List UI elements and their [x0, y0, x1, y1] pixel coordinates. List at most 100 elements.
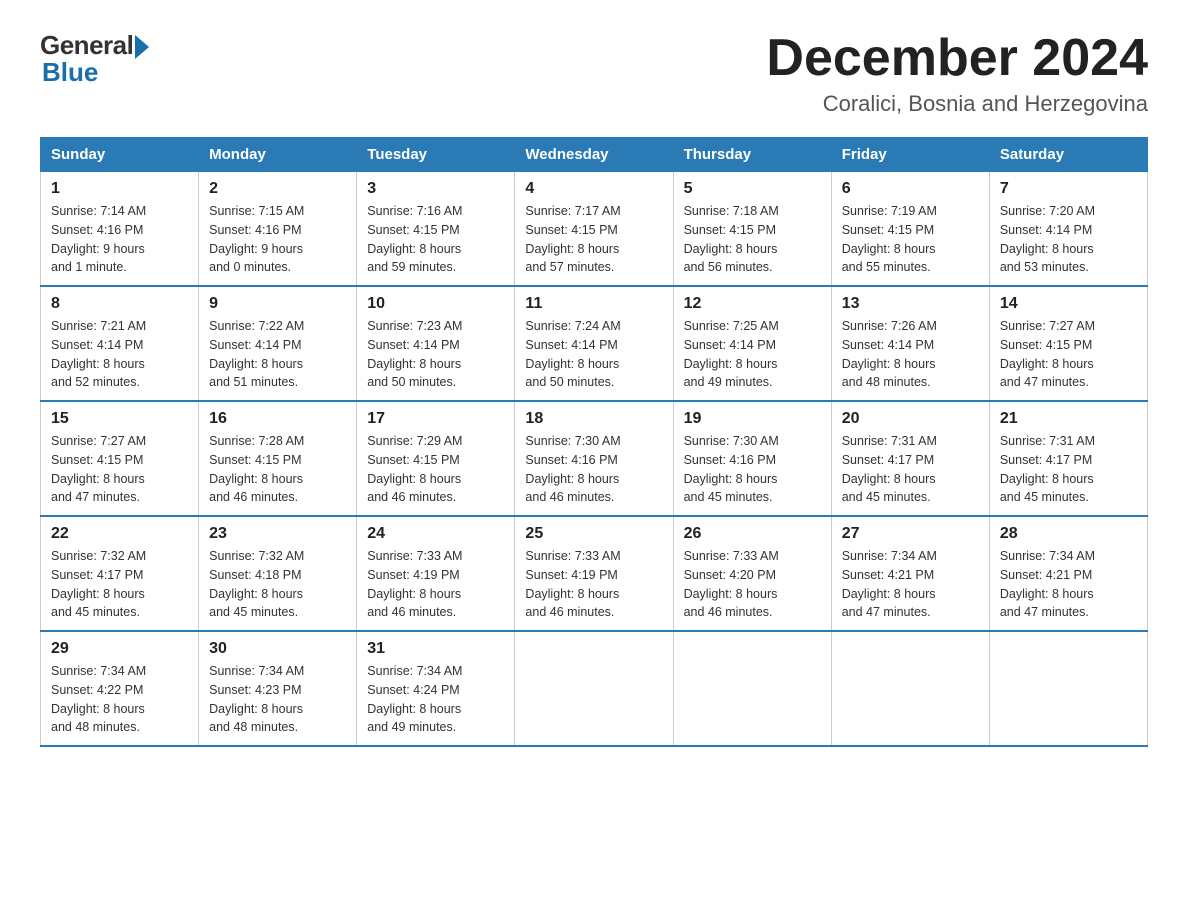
calendar-cell	[673, 631, 831, 746]
day-number: 12	[684, 295, 821, 313]
day-info: Sunrise: 7:27 AMSunset: 4:15 PMDaylight:…	[51, 432, 188, 507]
day-number: 2	[209, 180, 346, 198]
logo-arrow-icon	[135, 35, 149, 59]
logo-blue-text: Blue	[40, 57, 98, 88]
header-tuesday: Tuesday	[357, 138, 515, 172]
day-number: 30	[209, 640, 346, 658]
day-info: Sunrise: 7:34 AMSunset: 4:22 PMDaylight:…	[51, 662, 188, 737]
calendar-cell: 21 Sunrise: 7:31 AMSunset: 4:17 PMDaylig…	[989, 401, 1147, 516]
header-wednesday: Wednesday	[515, 138, 673, 172]
calendar-cell: 29 Sunrise: 7:34 AMSunset: 4:22 PMDaylig…	[41, 631, 199, 746]
day-info: Sunrise: 7:33 AMSunset: 4:20 PMDaylight:…	[684, 547, 821, 622]
calendar-cell: 20 Sunrise: 7:31 AMSunset: 4:17 PMDaylig…	[831, 401, 989, 516]
calendar-cell: 11 Sunrise: 7:24 AMSunset: 4:14 PMDaylig…	[515, 286, 673, 401]
day-number: 19	[684, 410, 821, 428]
calendar-cell: 27 Sunrise: 7:34 AMSunset: 4:21 PMDaylig…	[831, 516, 989, 631]
header-friday: Friday	[831, 138, 989, 172]
title-block: December 2024 Coralici, Bosnia and Herze…	[766, 30, 1148, 117]
calendar-cell: 7 Sunrise: 7:20 AMSunset: 4:14 PMDayligh…	[989, 172, 1147, 287]
day-info: Sunrise: 7:18 AMSunset: 4:15 PMDaylight:…	[684, 202, 821, 277]
day-info: Sunrise: 7:34 AMSunset: 4:21 PMDaylight:…	[842, 547, 979, 622]
calendar-cell: 2 Sunrise: 7:15 AMSunset: 4:16 PMDayligh…	[199, 172, 357, 287]
day-number: 23	[209, 525, 346, 543]
calendar-cell: 26 Sunrise: 7:33 AMSunset: 4:20 PMDaylig…	[673, 516, 831, 631]
day-info: Sunrise: 7:28 AMSunset: 4:15 PMDaylight:…	[209, 432, 346, 507]
day-number: 29	[51, 640, 188, 658]
day-number: 25	[525, 525, 662, 543]
day-number: 15	[51, 410, 188, 428]
week-row-5: 29 Sunrise: 7:34 AMSunset: 4:22 PMDaylig…	[41, 631, 1148, 746]
calendar-cell: 8 Sunrise: 7:21 AMSunset: 4:14 PMDayligh…	[41, 286, 199, 401]
day-info: Sunrise: 7:17 AMSunset: 4:15 PMDaylight:…	[525, 202, 662, 277]
day-info: Sunrise: 7:25 AMSunset: 4:14 PMDaylight:…	[684, 317, 821, 392]
day-number: 3	[367, 180, 504, 198]
day-info: Sunrise: 7:19 AMSunset: 4:15 PMDaylight:…	[842, 202, 979, 277]
day-info: Sunrise: 7:24 AMSunset: 4:14 PMDaylight:…	[525, 317, 662, 392]
calendar-cell: 19 Sunrise: 7:30 AMSunset: 4:16 PMDaylig…	[673, 401, 831, 516]
calendar-cell: 30 Sunrise: 7:34 AMSunset: 4:23 PMDaylig…	[199, 631, 357, 746]
calendar-table: SundayMondayTuesdayWednesdayThursdayFrid…	[40, 137, 1148, 747]
day-number: 7	[1000, 180, 1137, 198]
day-number: 27	[842, 525, 979, 543]
calendar-cell: 23 Sunrise: 7:32 AMSunset: 4:18 PMDaylig…	[199, 516, 357, 631]
day-info: Sunrise: 7:22 AMSunset: 4:14 PMDaylight:…	[209, 317, 346, 392]
calendar-cell: 5 Sunrise: 7:18 AMSunset: 4:15 PMDayligh…	[673, 172, 831, 287]
header-monday: Monday	[199, 138, 357, 172]
day-number: 24	[367, 525, 504, 543]
day-info: Sunrise: 7:21 AMSunset: 4:14 PMDaylight:…	[51, 317, 188, 392]
day-info: Sunrise: 7:31 AMSunset: 4:17 PMDaylight:…	[842, 432, 979, 507]
location-title: Coralici, Bosnia and Herzegovina	[766, 91, 1148, 117]
calendar-cell	[831, 631, 989, 746]
day-number: 22	[51, 525, 188, 543]
day-number: 21	[1000, 410, 1137, 428]
day-number: 10	[367, 295, 504, 313]
calendar-cell: 3 Sunrise: 7:16 AMSunset: 4:15 PMDayligh…	[357, 172, 515, 287]
day-number: 5	[684, 180, 821, 198]
day-number: 26	[684, 525, 821, 543]
calendar-cell: 6 Sunrise: 7:19 AMSunset: 4:15 PMDayligh…	[831, 172, 989, 287]
day-info: Sunrise: 7:34 AMSunset: 4:23 PMDaylight:…	[209, 662, 346, 737]
day-info: Sunrise: 7:33 AMSunset: 4:19 PMDaylight:…	[367, 547, 504, 622]
day-info: Sunrise: 7:31 AMSunset: 4:17 PMDaylight:…	[1000, 432, 1137, 507]
day-number: 20	[842, 410, 979, 428]
day-number: 28	[1000, 525, 1137, 543]
calendar-header-row: SundayMondayTuesdayWednesdayThursdayFrid…	[41, 138, 1148, 172]
calendar-cell: 15 Sunrise: 7:27 AMSunset: 4:15 PMDaylig…	[41, 401, 199, 516]
day-info: Sunrise: 7:30 AMSunset: 4:16 PMDaylight:…	[525, 432, 662, 507]
calendar-cell: 28 Sunrise: 7:34 AMSunset: 4:21 PMDaylig…	[989, 516, 1147, 631]
calendar-cell: 22 Sunrise: 7:32 AMSunset: 4:17 PMDaylig…	[41, 516, 199, 631]
calendar-cell: 24 Sunrise: 7:33 AMSunset: 4:19 PMDaylig…	[357, 516, 515, 631]
header-saturday: Saturday	[989, 138, 1147, 172]
day-number: 17	[367, 410, 504, 428]
week-row-3: 15 Sunrise: 7:27 AMSunset: 4:15 PMDaylig…	[41, 401, 1148, 516]
day-number: 8	[51, 295, 188, 313]
page-header: General Blue December 2024 Coralici, Bos…	[40, 30, 1148, 117]
day-number: 9	[209, 295, 346, 313]
day-number: 6	[842, 180, 979, 198]
day-info: Sunrise: 7:34 AMSunset: 4:21 PMDaylight:…	[1000, 547, 1137, 622]
day-info: Sunrise: 7:26 AMSunset: 4:14 PMDaylight:…	[842, 317, 979, 392]
calendar-cell: 14 Sunrise: 7:27 AMSunset: 4:15 PMDaylig…	[989, 286, 1147, 401]
day-number: 14	[1000, 295, 1137, 313]
header-sunday: Sunday	[41, 138, 199, 172]
week-row-4: 22 Sunrise: 7:32 AMSunset: 4:17 PMDaylig…	[41, 516, 1148, 631]
day-number: 16	[209, 410, 346, 428]
day-info: Sunrise: 7:34 AMSunset: 4:24 PMDaylight:…	[367, 662, 504, 737]
day-info: Sunrise: 7:32 AMSunset: 4:17 PMDaylight:…	[51, 547, 188, 622]
day-info: Sunrise: 7:29 AMSunset: 4:15 PMDaylight:…	[367, 432, 504, 507]
day-info: Sunrise: 7:23 AMSunset: 4:14 PMDaylight:…	[367, 317, 504, 392]
day-number: 11	[525, 295, 662, 313]
day-info: Sunrise: 7:33 AMSunset: 4:19 PMDaylight:…	[525, 547, 662, 622]
day-info: Sunrise: 7:14 AMSunset: 4:16 PMDaylight:…	[51, 202, 188, 277]
logo: General Blue	[40, 30, 149, 88]
calendar-cell	[989, 631, 1147, 746]
day-info: Sunrise: 7:30 AMSunset: 4:16 PMDaylight:…	[684, 432, 821, 507]
day-info: Sunrise: 7:15 AMSunset: 4:16 PMDaylight:…	[209, 202, 346, 277]
day-number: 4	[525, 180, 662, 198]
day-number: 13	[842, 295, 979, 313]
calendar-cell	[515, 631, 673, 746]
calendar-cell: 13 Sunrise: 7:26 AMSunset: 4:14 PMDaylig…	[831, 286, 989, 401]
calendar-cell: 4 Sunrise: 7:17 AMSunset: 4:15 PMDayligh…	[515, 172, 673, 287]
calendar-cell: 16 Sunrise: 7:28 AMSunset: 4:15 PMDaylig…	[199, 401, 357, 516]
day-number: 18	[525, 410, 662, 428]
